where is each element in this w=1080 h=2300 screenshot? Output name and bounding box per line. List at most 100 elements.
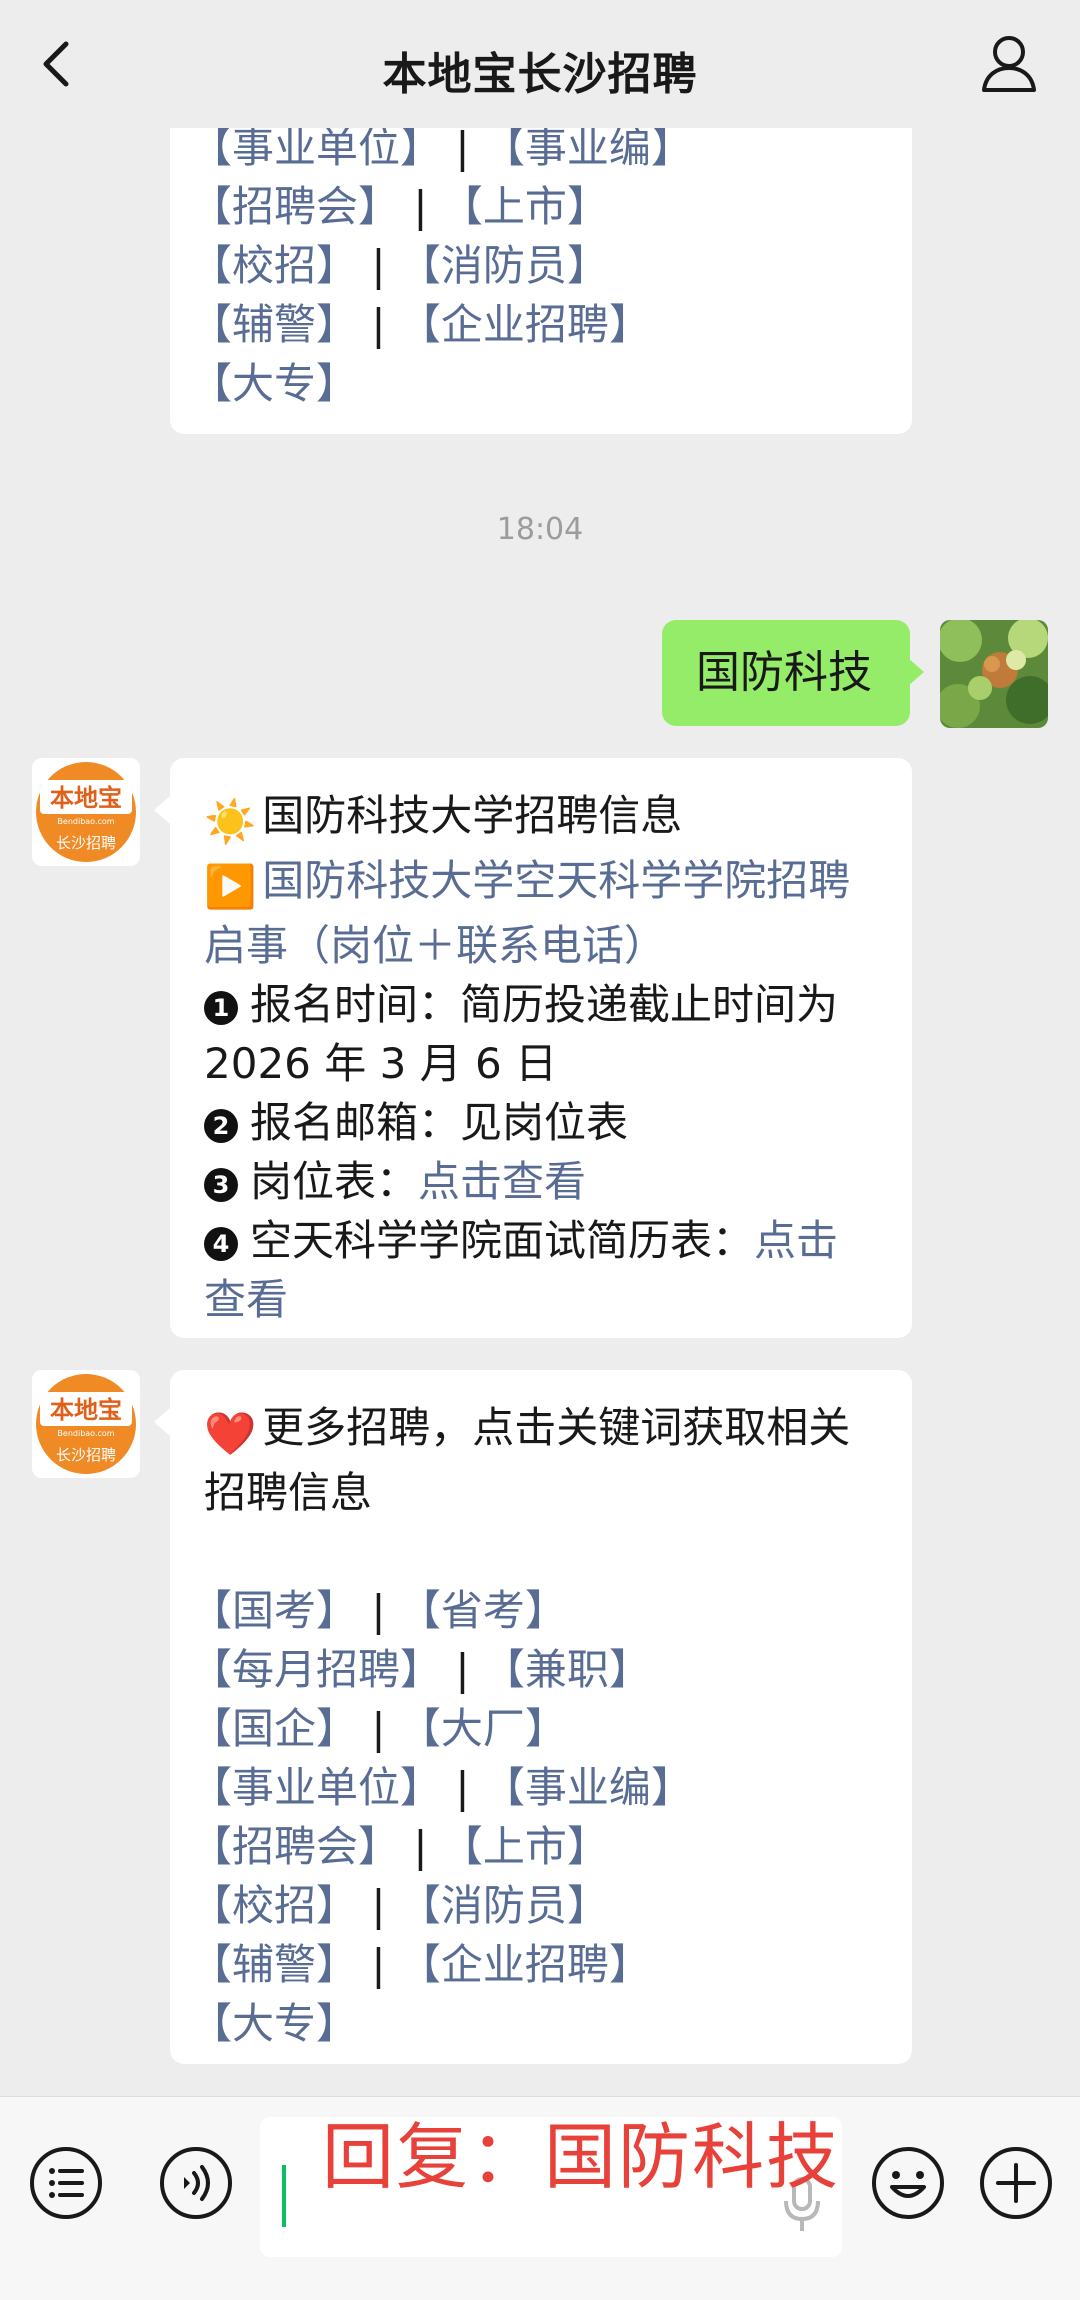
voice-icon [160,2147,232,2219]
keyword-row: 【招聘会】 | 【上市】 [190,1817,888,1876]
keyword-link[interactable]: 【招聘会】 [190,1822,400,1871]
keyword-row: 【招聘会】 | 【上市】 [190,177,912,236]
keyword-link[interactable]: 【大专】 [190,359,358,408]
keyword-link[interactable]: 【招聘会】 [190,182,400,231]
profile-button[interactable] [974,30,1044,98]
keyword-text: 省考 [440,1586,525,1635]
recruitment-info-message: ☀️ 国防科技大学招聘信息 ▶️ 国防科技大学空天科学学院招聘 启事（岗位＋联系电话… [170,758,912,1338]
keyword-separator: | [358,1704,399,1753]
keyword-row: 【每月招聘】 | 【兼职】 [190,1640,888,1699]
article-link[interactable]: ▶️ 国防科技大学空天科学学院招聘 启事（岗位＋联系电话） [204,851,888,975]
keyword-separator: | [358,1881,399,1930]
info-item-4: 4 空天科学学院面试简历表：点击 查看 [204,1211,888,1329]
keyword-text: 国企 [232,1704,317,1753]
keyword-text: 上市 [482,1822,567,1871]
keyword-separator: | [442,1763,483,1812]
info-text: 报名邮箱：见岗位表 [250,1098,629,1147]
keyword-text: 事业编 [524,1763,651,1812]
keyword-text: 招聘会 [232,1822,359,1871]
number-badge-icon: 3 [204,1168,238,1202]
menu-button[interactable] [26,2143,106,2223]
info-item-2: 2 报名邮箱：见岗位表 [204,1093,888,1152]
keyword-text: 大厂 [440,1704,525,1753]
keyword-link[interactable]: 【校招】 [190,1881,358,1930]
keyword-text: 消防员 [440,1881,567,1930]
keyword-link[interactable]: 【消防员】 [399,241,609,290]
keyword-link[interactable]: 【企业招聘】 [399,1940,651,1989]
official-account-avatar[interactable]: 本地宝 Bendibao.com 长沙招聘 [32,1370,140,1478]
keyword-link[interactable]: 【事业编】 [483,123,693,172]
keyword-text: 大专 [232,359,317,408]
keyword-link[interactable]: 【兼职】 [483,1645,651,1694]
intro-text: ❤️ 更多招聘，点击关键词获取相关 招聘信息 [204,1398,888,1522]
bubble-tail [154,796,170,824]
keyword-row: 【辅警】 | 【企业招聘】 [190,1935,888,1994]
keyword-text: 校招 [232,1881,317,1930]
keyword-link[interactable]: 【大厂】 [399,1704,567,1753]
info-item-3: 3 岗位表：点击查看 [204,1152,888,1211]
keyword-text: 校招 [232,241,317,290]
user-message-bubble[interactable]: 国防科技 [662,620,910,726]
keyword-link[interactable]: 【事业单位】 [190,1763,442,1812]
keyword-row: 【辅警】 | 【企业招聘】 [190,295,912,354]
bubble-tail [154,1408,170,1436]
keyword-row: 【事业单位】 | 【事业编】 [190,1758,888,1817]
keyword-separator: | [358,1940,399,1989]
plus-icon [980,2147,1052,2219]
keyword-link[interactable]: 【每月招聘】 [190,1645,442,1694]
keyword-row: 【大专】 [190,354,912,413]
text-cursor [282,2165,286,2227]
keyword-link[interactable]: 【上市】 [441,1822,609,1871]
keyword-link[interactable]: 【辅警】 [190,300,358,349]
view-resume-form-link[interactable]: 点击 [754,1216,838,1265]
keyword-text: 兼职 [524,1645,609,1694]
info-text: 岗位表： [250,1157,419,1206]
keyword-link[interactable]: 【辅警】 [190,1940,358,1989]
voice-button[interactable] [156,2143,236,2223]
user-avatar[interactable] [940,620,1048,728]
logo-text-top: 本地宝 [50,784,122,812]
keyword-link[interactable]: 【省考】 [399,1586,567,1635]
keyword-separator: | [442,1645,483,1694]
emoji-icon [872,2147,944,2219]
logo-text-bottom: 长沙招聘 [56,834,116,852]
info-text: 报名时间：简历投递截止时间为 [250,980,839,1029]
message-title: 国防科技大学招聘信息 [262,791,683,840]
chat-title: 本地宝长沙招聘 [382,49,698,100]
keyword-link[interactable]: 【事业编】 [483,1763,693,1812]
view-position-table-link[interactable]: 点击查看 [418,1157,586,1206]
keyword-separator: | [400,182,441,231]
sun-icon: ☀️ [204,797,257,846]
keyword-text: 企业招聘 [440,1940,609,1989]
view-resume-form-link[interactable]: 查看 [204,1275,288,1324]
keyword-link[interactable]: 【校招】 [190,241,358,290]
logo-text-bottom: 长沙招聘 [56,1446,116,1464]
keyword-link[interactable]: 【大专】 [190,1999,358,2048]
keyword-message: ❤️ 更多招聘，点击关键词获取相关 招聘信息 【国考】 | 【省考】 【每月招聘】 … [170,1370,912,2064]
logo-text-top: 本地宝 [50,1396,122,1424]
official-account-avatar[interactable]: 本地宝 Bendibao.com 长沙招聘 [32,758,140,866]
keyword-text: 辅警 [232,300,317,349]
intro-line: 更多招聘，点击关键词获取相关 [262,1403,851,1452]
keyword-link[interactable]: 【企业招聘】 [399,300,651,349]
keyword-separator: | [400,1822,441,1871]
more-button[interactable] [976,2143,1056,2223]
keyword-link[interactable]: 【国考】 [190,1586,358,1635]
keyword-link[interactable]: 【消防员】 [399,1881,609,1930]
keyword-text: 消防员 [440,241,567,290]
message-title-line: ☀️ 国防科技大学招聘信息 [204,786,888,851]
keyword-row: 【大专】 [190,1994,888,2053]
keyword-link[interactable]: 【上市】 [441,182,609,231]
intro-line: 招聘信息 [204,1468,373,1517]
keyword-message-top: 【事业单位】 | 【事业编】 【招聘会】 | 【上市】 【校招】 | 【消防员】 【辅… [170,110,912,434]
keyword-text: 事业单位 [232,123,401,172]
keyword-text: 企业招聘 [440,300,609,349]
keyword-text: 辅警 [232,1940,317,1989]
keyword-link[interactable]: 【事业单位】 [190,123,442,172]
emoji-button[interactable] [868,2143,948,2223]
menu-list-icon [30,2147,102,2219]
keyword-link[interactable]: 【国企】 [190,1704,358,1753]
chat-area[interactable]: 【事业单位】 | 【事业编】 【招聘会】 | 【上市】 【校招】 | 【消防员】 【辅… [0,0,1080,2096]
keyword-row: 【国考】 | 【省考】 [190,1581,888,1640]
keyword-text: 事业单位 [232,1763,401,1812]
